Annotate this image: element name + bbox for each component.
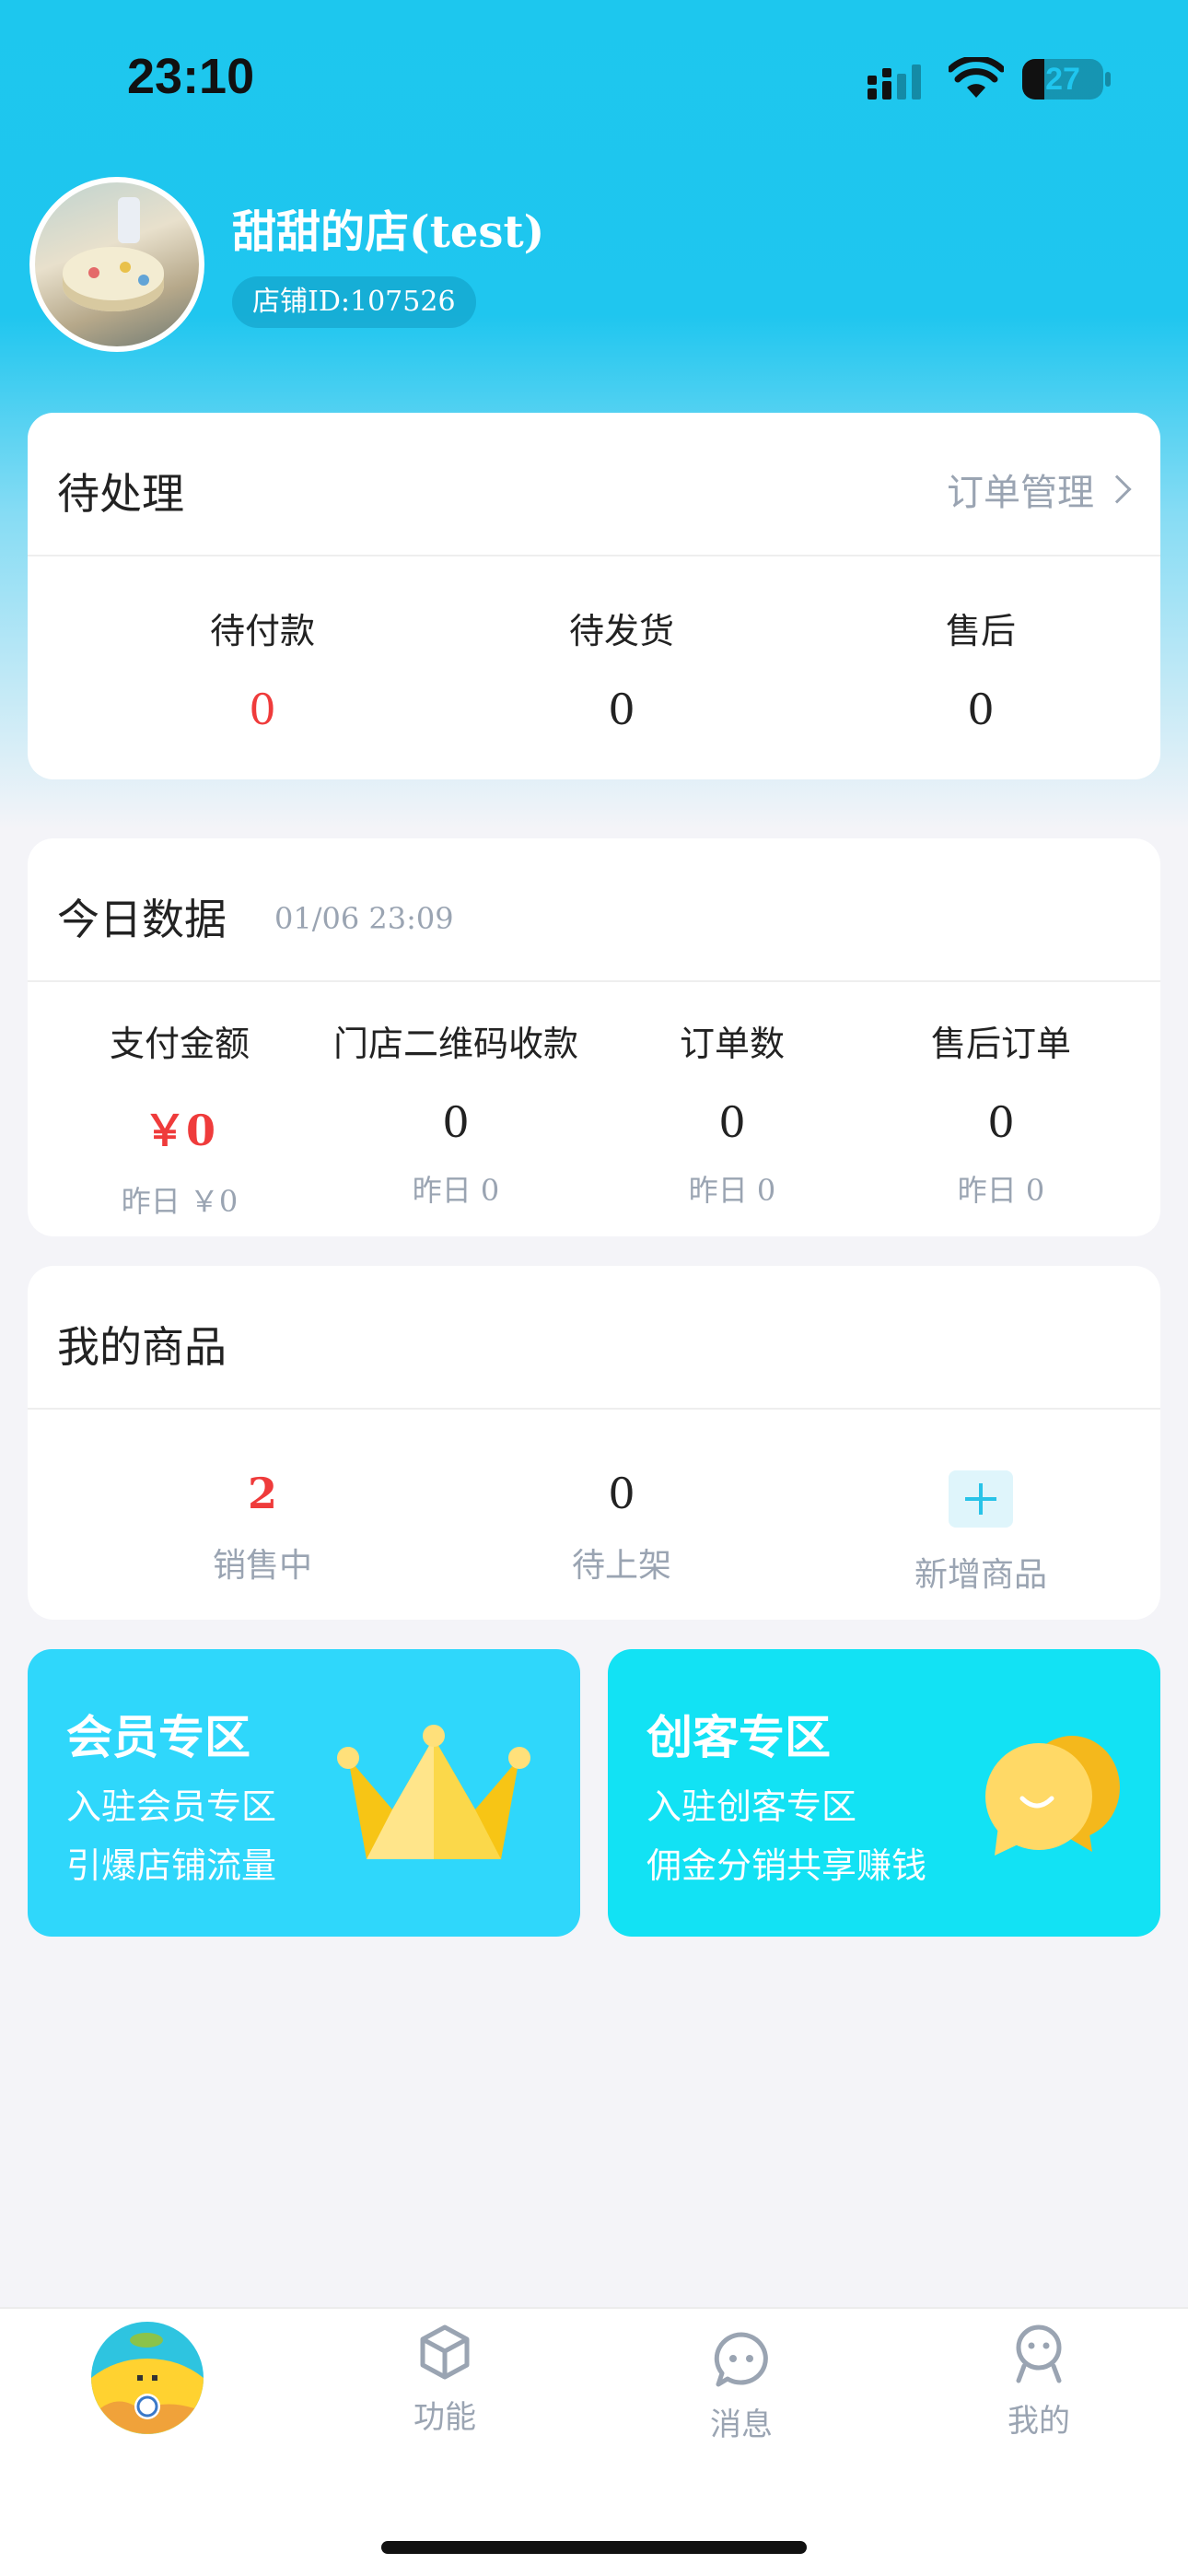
signal-icon: [868, 64, 921, 100]
products-on-sale[interactable]: 2 销售中: [101, 1469, 424, 1587]
today-title: 今日数据: [57, 895, 227, 944]
tab-profile-label: 我的: [1007, 2403, 1070, 2440]
pending-title: 待处理: [57, 469, 184, 519]
avatar-cake-dot: [120, 262, 131, 273]
plus-icon: [949, 1470, 1013, 1528]
yesterday-label: 昨日: [121, 1184, 181, 1219]
pending-after-sale-label: 售后: [945, 611, 1016, 651]
pending-after-sale-value: 0: [967, 685, 995, 734]
stat-qr-payment[interactable]: 门店二维码收款 0 昨日 0: [313, 1015, 599, 1210]
order-management-label: 订单管理: [947, 472, 1094, 514]
message-icon: [714, 2332, 768, 2387]
add-product-label: 新增商品: [914, 1556, 1047, 1594]
store-id-badge: 店铺ID:107526: [232, 276, 476, 328]
stat-payment[interactable]: 支付金额 ￥0 昨日 ￥0: [46, 1015, 313, 1221]
stat-orders-yesterday: 昨日 0: [599, 1167, 866, 1210]
yesterday-value: 0: [756, 1173, 776, 1208]
cube-icon: [420, 2324, 470, 2380]
yesterday-label: 昨日: [688, 1173, 748, 1208]
stat-payment-value: ￥0: [143, 1106, 215, 1155]
products-pending-label: 待上架: [571, 1547, 671, 1585]
stat-after-sale-orders[interactable]: 售后订单 0 昨日 0: [868, 1015, 1135, 1210]
chevron-right-icon: [1102, 474, 1132, 504]
yesterday-label: 昨日: [957, 1173, 1017, 1208]
creator-zone-card[interactable]: 创客专区 入驻创客专区 佣金分销共享赚钱: [608, 1649, 1160, 1937]
pending-to-ship-label: 待发货: [568, 611, 674, 651]
tab-home[interactable]: [55, 2322, 239, 2438]
member-zone-card[interactable]: 会员专区 入驻会员专区 引爆店铺流量: [28, 1649, 580, 1937]
today-card-header: 今日数据 01/06 23:09: [28, 838, 1160, 982]
stat-qr-payment-value: 0: [442, 1097, 470, 1147]
tab-functions-label: 功能: [413, 2399, 476, 2436]
status-time: 23:10: [127, 49, 255, 104]
stat-qr-payment-yesterday: 昨日 0: [313, 1167, 599, 1210]
products-on-sale-count: 2: [247, 1469, 277, 1518]
stat-after-sale-yesterday: 昨日 0: [868, 1167, 1135, 1210]
pending-unpaid-value: 0: [249, 685, 276, 734]
stat-orders-value: 0: [718, 1097, 746, 1147]
add-product-button[interactable]: 新增商品: [820, 1470, 1142, 1596]
stat-qr-payment-label: 门店二维码收款: [332, 1024, 578, 1064]
stat-after-sale-value: 0: [987, 1097, 1015, 1147]
battery-cap: [1105, 72, 1111, 87]
products-pending-count: 0: [608, 1469, 635, 1518]
products-card-header: 我的商品: [28, 1266, 1160, 1410]
status-bar: 23:10 27: [0, 0, 1188, 157]
tab-messages-label: 消息: [710, 2406, 773, 2443]
pending-card-header: 待处理 订单管理: [28, 413, 1160, 556]
tab-profile[interactable]: 我的: [947, 2324, 1131, 2441]
pending-unpaid[interactable]: 待付款 0: [101, 603, 424, 734]
today-data-card: 今日数据 01/06 23:09 支付金额 ￥0 昨日 ￥0 门店二维码收款 0…: [28, 838, 1160, 1236]
pending-after-sale[interactable]: 售后 0: [820, 603, 1142, 734]
store-avatar[interactable]: [29, 177, 204, 352]
creator-zone-line1: 入驻创客专区: [646, 1786, 857, 1827]
products-on-sale-label: 销售中: [212, 1547, 312, 1585]
tab-messages[interactable]: 消息: [649, 2331, 833, 2444]
crown-icon: [337, 1725, 530, 1859]
member-zone-line2: 引爆店铺流量: [66, 1845, 277, 1886]
creator-zone-title: 创客专区: [646, 1711, 831, 1764]
pending-card: 待处理 订单管理 待付款 0 待发货 0 售后 0: [28, 413, 1160, 779]
my-products-card: 我的商品 2 销售中 0 待上架 新增商品: [28, 1266, 1160, 1620]
avatar-cake-dot: [138, 275, 149, 286]
order-management-link[interactable]: 订单管理: [947, 463, 1132, 516]
pending-to-ship-value: 0: [608, 685, 635, 734]
stat-after-sale-label: 售后订单: [930, 1024, 1071, 1064]
stat-payment-label: 支付金额: [109, 1024, 250, 1064]
yesterday-value: 0: [1025, 1173, 1045, 1208]
yesterday-value: ￥0: [189, 1184, 239, 1219]
tab-functions[interactable]: 功能: [353, 2324, 537, 2437]
yesterday-value: 0: [480, 1173, 500, 1208]
wifi-icon: [949, 57, 1004, 98]
creator-zone-line2: 佣金分销共享赚钱: [646, 1845, 927, 1886]
products-pending[interactable]: 0 待上架: [460, 1469, 783, 1587]
pending-to-ship[interactable]: 待发货 0: [460, 603, 783, 734]
yesterday-label: 昨日: [412, 1173, 472, 1208]
store-name: 甜甜的店(test): [232, 206, 545, 258]
avatar-cake-dot: [88, 267, 99, 278]
today-timestamp: 01/06 23:09: [274, 901, 454, 936]
mascot-avatar-icon: [91, 2322, 204, 2434]
member-zone-title: 会员专区: [66, 1711, 250, 1764]
stat-orders-label: 订单数: [679, 1024, 785, 1064]
battery-icon: 27: [1022, 59, 1103, 100]
member-zone-line1: 入驻会员专区: [66, 1786, 277, 1827]
avatar-bottle: [118, 197, 140, 243]
chat-bubbles-icon: [985, 1736, 1120, 1856]
products-title: 我的商品: [57, 1322, 227, 1372]
stat-payment-yesterday: 昨日 ￥0: [46, 1178, 313, 1221]
stat-orders[interactable]: 订单数 0 昨日 0: [599, 1015, 866, 1210]
home-indicator: [381, 2541, 807, 2554]
profile-icon: [1016, 2324, 1062, 2383]
battery-level: 27: [1045, 62, 1080, 97]
bottom-tab-bar: 功能 消息 我的: [0, 2307, 1188, 2576]
pending-unpaid-label: 待付款: [209, 611, 315, 651]
